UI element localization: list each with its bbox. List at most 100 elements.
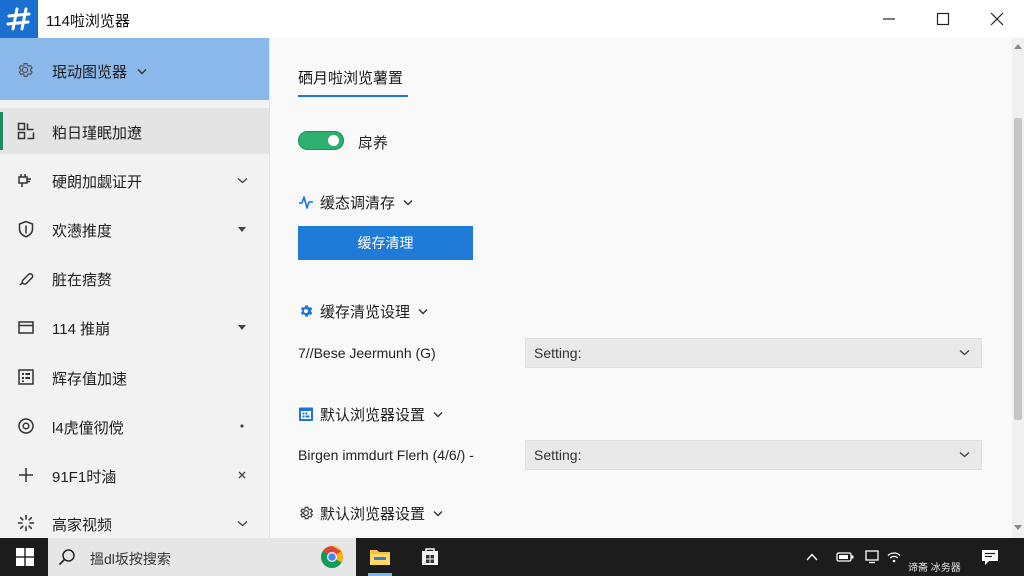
sidebar-item-6[interactable]: l4虎僮彻傥 [0,403,269,449]
sidebar-item-label: 114 推崩 [52,321,111,338]
setting-dropdown-2[interactable]: Setting: [525,440,982,470]
notification-icon [982,549,998,565]
notification-button[interactable] [978,538,1002,576]
section-header-cache[interactable]: 缓态调清存 [298,192,413,212]
sidebar: 珉动图览器 粕日瑾眠加遼 硬朗加觑证开 欢懑推度 脏在痞赘 114 推崩 辉存值… [0,38,270,538]
dropdown-value: Setting: [534,345,582,361]
gear-icon [298,303,314,319]
wifi-tray[interactable] [884,538,904,576]
sidebar-item-5[interactable]: 辉存值加速 [0,354,269,400]
maximize-button[interactable] [920,0,966,38]
scroll-up-icon[interactable] [1014,43,1022,49]
caret-down-icon[interactable] [234,319,250,335]
chevron-down-icon[interactable] [234,172,250,188]
chevron-down-icon [959,451,970,458]
sidebar-item-label: 辉存值加速 [52,371,128,388]
scroll-down-icon[interactable] [1014,525,1022,531]
section-title: 缓存清览设理 [320,303,411,321]
shield-icon [17,220,35,238]
sidebar-item-label: 欢懑推度 [52,223,113,240]
close-small-icon[interactable] [234,467,250,483]
section-title: 默认浏览器设置 [320,406,426,424]
gear-icon [16,61,34,79]
pen-icon [17,269,35,287]
sidebar-item-7[interactable]: 91F1时滷 [0,452,269,498]
chevron-down-icon [433,510,443,517]
sidebar-item-4[interactable]: 114 推崩 [0,304,269,350]
caret-down-icon[interactable] [234,221,250,237]
section-title: 缓态调清存 [320,194,396,212]
battery-tray[interactable] [834,538,856,576]
sidebar-item-8[interactable]: 高家视频 [0,500,269,538]
vertical-scrollbar[interactable] [1012,38,1024,538]
main-panel: 硒月啦浏览薯置 戽养 缓态调清存 缓存清理 缓存清览设理 7//Bese Jee… [270,38,1012,538]
file-explorer-icon [370,550,390,565]
display-tray[interactable] [862,538,882,576]
activity-icon [298,194,314,210]
browser-logo-icon [0,0,38,38]
chevron-down-icon [137,68,147,75]
chrome-icon [321,546,343,568]
scroll-thumb[interactable] [1014,118,1022,420]
chevron-down-icon [418,308,428,315]
taskbar-search-box[interactable]: 搵dl坂按搜索 [48,538,356,576]
setting-row-label: Birgen immdurt Flerh (4/6/) - [298,447,474,463]
taskbar: 搵dl坂按搜索 谛斋 冰务器 [0,538,1024,576]
toggle-knob [328,135,339,146]
sidebar-item-3[interactable]: 脏在痞赘 [0,255,269,301]
sidebar-header-label-wrap: 珉动图览器 [52,61,147,82]
sparkle-icon [17,514,35,532]
selected-indicator [0,112,3,150]
dot-icon[interactable] [234,418,250,434]
sidebar-item-label: 高家视频 [52,517,113,534]
setting-row-label: 7//Bese Jeermunh (G) [298,345,436,361]
section-header-default-browser-2[interactable]: 默认浏览器设置 [298,503,443,523]
search-placeholder: 搵dl坂按搜索 [90,551,171,567]
plug-icon [17,171,35,189]
section-header-cache-settings[interactable]: 缓存清览设理 [298,301,428,321]
wifi-icon [887,552,901,563]
chevron-down-icon [959,349,970,356]
start-button[interactable] [6,538,44,576]
tray-overflow-button[interactable] [802,538,822,576]
sidebar-item-label: 脏在痞赘 [52,272,113,289]
title-bar: 114啦浏览器 [0,0,1024,38]
sidebar-item-label: 粕日瑾眠加遼 [52,125,143,142]
store-taskbar-button[interactable] [416,538,444,576]
toggle-switch[interactable] [298,131,344,150]
sidebar-item-label: 91F1时滷 [52,469,117,486]
chevron-down-icon[interactable] [234,515,250,531]
chevron-down-icon [403,199,413,206]
setting-dropdown-1[interactable]: Setting: [525,338,982,368]
windows-logo-icon [16,548,34,566]
grid-icon [17,122,35,140]
close-icon [990,12,1004,26]
sidebar-item-label: l4虎僮彻傥 [52,420,124,437]
toggle-label: 戽养 [358,135,389,152]
tray-clock-text[interactable]: 谛斋 冰务器 [908,559,961,574]
search-icon [58,548,76,566]
sidebar-item-0[interactable]: 粕日瑾眠加遼 [0,108,269,154]
file-explorer-taskbar-button[interactable] [366,538,394,576]
dropdown-value: Setting: [534,447,582,463]
plus-icon [17,466,35,484]
sidebar-header-label: 珉动图览器 [52,64,128,81]
sidebar-item-2[interactable]: 欢懑推度 [0,206,269,252]
chevron-down-icon [433,411,443,418]
tab-settings[interactable]: 硒月啦浏览薯置 [298,67,403,88]
clear-cache-button[interactable]: 缓存清理 [298,226,473,260]
sidebar-item-label: 硬朗加觑证开 [52,174,143,191]
chrome-taskbar-button[interactable] [318,538,346,576]
calendar-icon [298,406,314,422]
close-button[interactable] [974,0,1020,38]
minimize-button[interactable] [866,0,912,38]
store-icon [422,548,438,565]
settings-outline-icon [298,505,314,521]
sidebar-item-1[interactable]: 硬朗加觑证开 [0,157,269,203]
section-header-default-browser[interactable]: 默认浏览器设置 [298,404,443,424]
section-title: 默认浏览器设置 [320,505,426,523]
target-icon [17,417,35,435]
minimize-icon [883,18,895,20]
folder-icon [17,318,35,336]
sidebar-header[interactable]: 珉动图览器 [0,38,269,100]
